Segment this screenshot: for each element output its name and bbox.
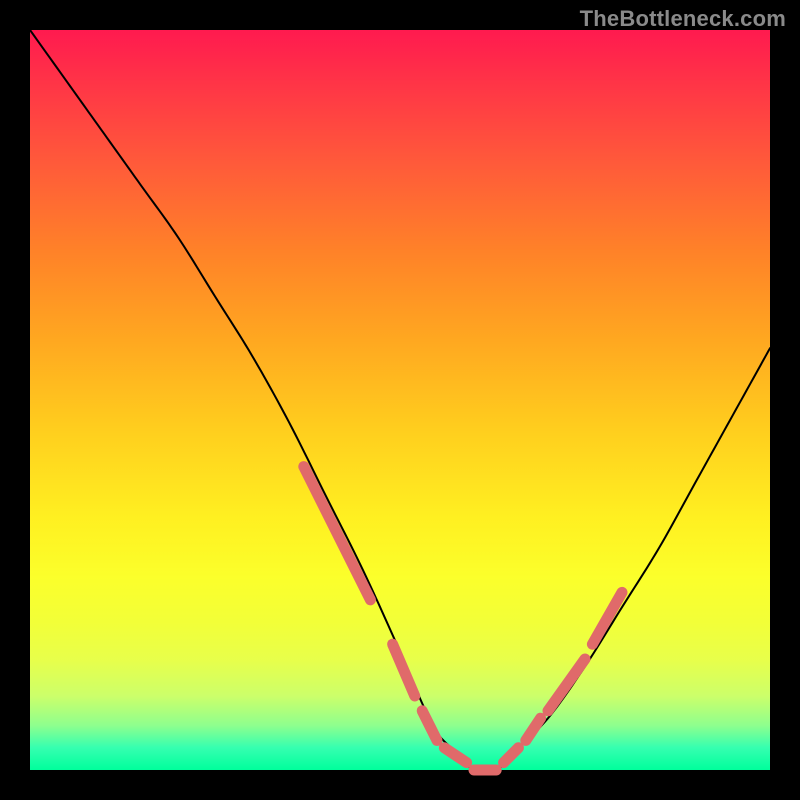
curve-svg xyxy=(30,30,770,770)
watermark-text: TheBottleneck.com xyxy=(580,6,786,32)
plot-area xyxy=(30,30,770,770)
chart-container: TheBottleneck.com xyxy=(0,0,800,800)
optimal-range-markers xyxy=(304,467,622,770)
